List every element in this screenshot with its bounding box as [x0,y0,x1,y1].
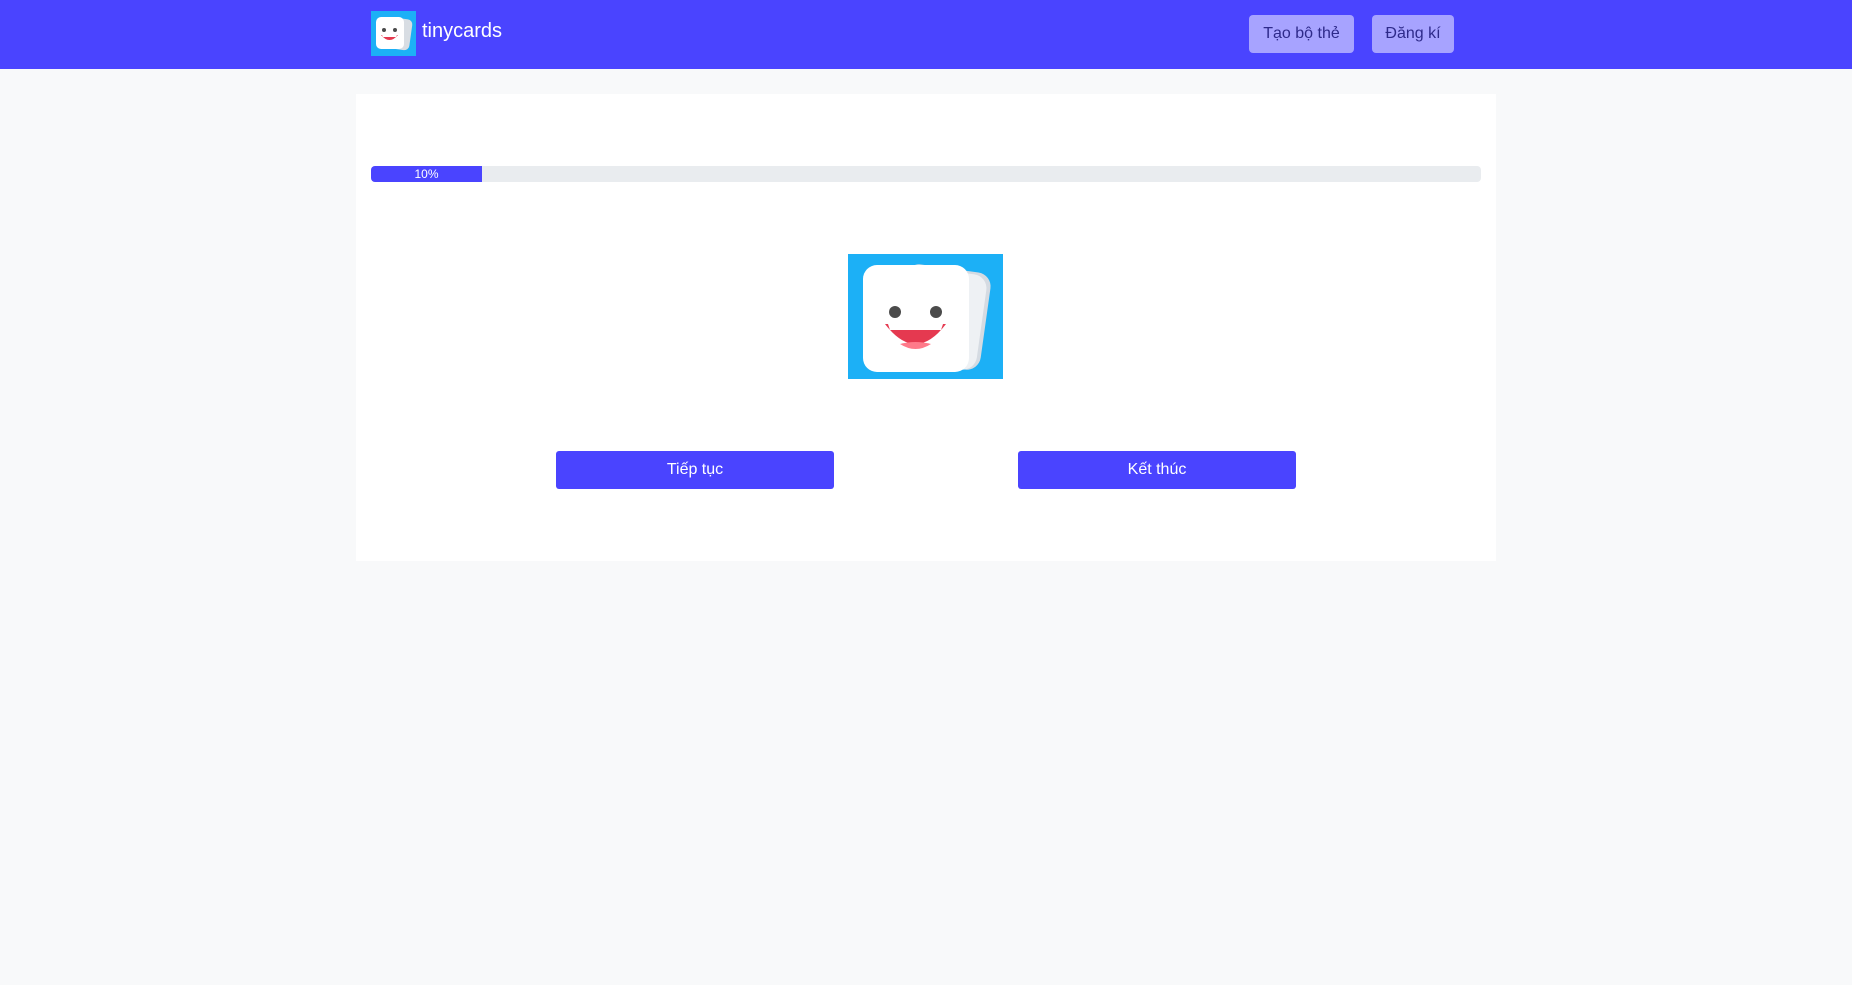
tinycards-mascot-icon [848,254,1003,379]
finish-button[interactable]: Kết thúc [1018,451,1296,489]
create-deck-button[interactable]: Tạo bộ thẻ [1249,15,1354,53]
study-card: 10% Tiếp tục Kết thúc [356,94,1496,561]
signup-button[interactable]: Đăng kí [1372,15,1454,53]
progress-bar: 10% [371,166,1481,182]
top-navbar: tinycards Tạo bộ thẻ Đăng kí [0,0,1852,69]
continue-button[interactable]: Tiếp tục [556,451,834,489]
brand-name: tinycards [422,20,503,42]
progress-bar-fill: 10% [371,166,482,182]
tinycards-logo-icon [371,11,416,56]
brand-link[interactable]: tinycards [371,11,502,56]
